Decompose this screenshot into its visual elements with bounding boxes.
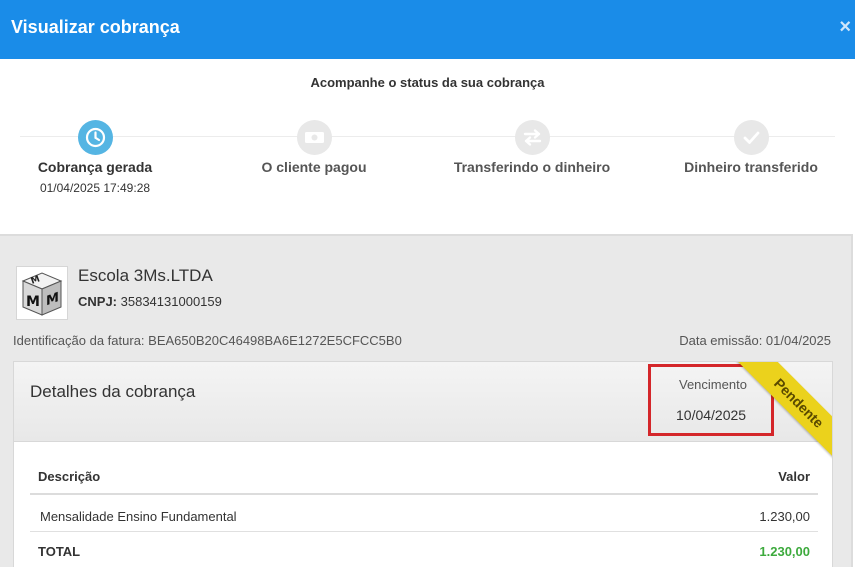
total-label: TOTAL [38, 544, 81, 559]
transfer-arrows-icon [514, 120, 550, 155]
emission-date: Data emissão: 01/04/2025 [679, 333, 831, 348]
close-icon[interactable]: × [839, 16, 851, 39]
table-row: Mensalidade Ensino Fundamental 1.230,00 [30, 495, 818, 532]
step-date: 01/04/2025 17:49:28 [39, 181, 151, 195]
company-logo: M M M [16, 266, 68, 320]
cnpj-value: 35834131000159 [120, 294, 222, 309]
status-step-generated: Cobrança gerada 01/04/2025 17:49:28 [0, 120, 195, 195]
column-value: Valor [778, 469, 810, 484]
due-date: 10/04/2025 [676, 407, 747, 423]
status-step-transferring: Transferindo o dinheiro [432, 120, 632, 175]
cnpj-label: CNPJ: [78, 294, 118, 309]
modal-header: Visualizar cobrança × [0, 0, 855, 59]
step-label: Cobrança gerada [37, 159, 153, 175]
step-label: Transferindo o dinheiro [453, 159, 611, 175]
money-icon [296, 120, 332, 155]
due-label: Vencimento [679, 377, 747, 392]
modal-title: Visualizar cobrança [11, 17, 180, 37]
item-value: 1.230,00 [759, 509, 810, 524]
svg-text:M: M [26, 294, 40, 310]
clock-icon [77, 120, 113, 155]
table-header-row: Descrição Valor [30, 458, 818, 495]
checkmark-icon [733, 120, 769, 155]
item-description: Mensalidade Ensino Fundamental [40, 509, 237, 524]
charge-details-header: Detalhes da cobrança Vencimento 10/04/20… [14, 362, 832, 442]
status-step-transferred: Dinheiro transferido [651, 120, 851, 175]
total-value: 1.230,00 [759, 544, 810, 559]
charge-details-card: Detalhes da cobrança Vencimento 10/04/20… [13, 361, 833, 567]
charge-details-title: Detalhes da cobrança [30, 382, 196, 401]
status-subtitle: Acompanhe o status da sua cobrança [310, 75, 545, 90]
invoice-panel: M M M Escola 3Ms.LTDA CNPJ: 358341310001… [0, 234, 853, 567]
invoice-id: Identificação da fatura: BEA650B20C46498… [13, 333, 402, 348]
table-total-row: TOTAL 1.230,00 [30, 532, 818, 567]
status-step-paid: O cliente pagou [214, 120, 414, 175]
charge-table: Descrição Valor Mensalidade Ensino Funda… [30, 458, 818, 567]
column-description: Descrição [38, 469, 101, 484]
step-label: Dinheiro transferido [684, 159, 818, 175]
company-cnpj: CNPJ: 35834131000159 [78, 294, 222, 309]
company-name: Escola 3Ms.LTDA [78, 266, 213, 285]
step-label: O cliente pagou [261, 159, 367, 175]
